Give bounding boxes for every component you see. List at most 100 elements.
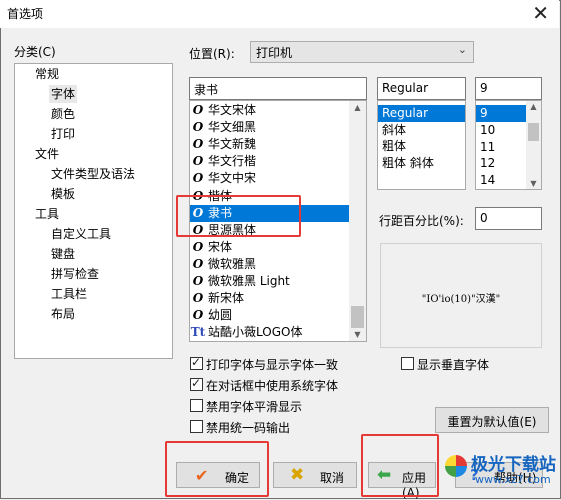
font-list-item[interactable]: O 华文宋体	[190, 102, 350, 119]
line-spacing-value: 0	[480, 211, 488, 225]
cancel-x-icon: ✖	[290, 465, 305, 485]
category-label: 分类(C)	[14, 45, 56, 59]
tree-item[interactable]: 工具	[33, 205, 61, 223]
font-list-label: 华文行楷	[208, 154, 257, 169]
opentype-font-icon: O	[192, 256, 204, 271]
tree-item[interactable]: 拼写检查	[49, 265, 101, 283]
tree-item[interactable]: 常规	[33, 65, 61, 83]
cancel-label: 取消	[320, 471, 345, 485]
tree-item[interactable]: 字体	[49, 85, 78, 103]
font-list-item[interactable]: O 微软雅黑 Light	[190, 273, 350, 290]
font-size-value: 9	[480, 81, 488, 95]
tree-item[interactable]: 自定义工具	[49, 225, 113, 243]
font-list-item[interactable]: O 幼圆	[190, 307, 350, 324]
system-font-label: 在对话框中使用系统字体	[206, 379, 339, 393]
font-list-item[interactable]: O 华文中宋	[190, 170, 350, 187]
system-font-checkbox[interactable]	[190, 376, 203, 391]
highlight-box-apply	[361, 434, 439, 497]
tree-item[interactable]: 颜色	[49, 105, 77, 123]
font-list-label: 微软雅黑	[208, 256, 257, 271]
opentype-font-icon: O	[192, 137, 204, 152]
font-list-item[interactable]: O 华文新魏	[190, 136, 350, 153]
line-spacing-input[interactable]: 0	[475, 207, 542, 230]
font-list-label: 新宋体	[208, 291, 245, 306]
font-size-item[interactable]: 14	[476, 172, 526, 189]
opentype-font-icon: O	[192, 239, 204, 254]
font-style-list[interactable]: Regular 斜体 粗体 粗体 斜体	[377, 100, 466, 190]
scroll-up-icon[interactable]: ▲	[526, 102, 541, 111]
font-list-label: 站酷小薇LOGO体	[208, 325, 303, 340]
font-size-item[interactable]: 12	[476, 155, 526, 172]
font-list-label: 华文细黑	[208, 120, 257, 135]
window-title: 首选项	[7, 7, 44, 21]
size-list-scrollbar[interactable]: ▲ ▼	[526, 101, 541, 189]
preview-text: "IO'io(10)"汉漢"	[421, 294, 501, 305]
opentype-font-icon: O	[192, 291, 204, 306]
close-icon[interactable]: ✕	[532, 1, 549, 25]
font-list-item[interactable]: O 微软雅黑	[190, 256, 350, 273]
location-label: 位置(R):	[189, 47, 235, 61]
tree-item[interactable]: 模板	[49, 185, 77, 203]
watermark-url: www.xz7.com	[475, 473, 551, 486]
font-list-item[interactable]: Tt 站酷小薇LOGO体	[190, 324, 350, 341]
font-list-item[interactable]: O 华文行楷	[190, 153, 350, 170]
scroll-down-icon[interactable]: ▼	[349, 330, 366, 339]
font-style-value: Regular	[382, 81, 429, 95]
opentype-font-icon: O	[192, 103, 204, 117]
title-bar: 首选项 ✕	[0, 0, 559, 28]
font-list-label: 微软雅黑 Light	[208, 274, 290, 288]
cancel-button[interactable]: ✖ 取消	[273, 462, 357, 488]
tree-item[interactable]: 布局	[49, 305, 77, 323]
font-size-input[interactable]: 9	[475, 77, 542, 100]
disable-unicode-checkbox[interactable]	[190, 420, 203, 433]
category-tree[interactable]: 常规字体颜色打印文件文件类型及语法 模板工具自定义工具键盘拼写检查工具栏布局	[14, 63, 173, 359]
opentype-font-icon: O	[192, 274, 204, 288]
chevron-down-icon: ⌄	[457, 43, 467, 56]
font-list-label: 幼圆	[208, 308, 233, 323]
tree-item[interactable]: 打印	[49, 125, 77, 143]
font-name-input[interactable]: 隶书	[189, 77, 367, 100]
location-value: 打印机	[256, 46, 293, 60]
opentype-font-icon: O	[192, 308, 204, 323]
font-list-label: 华文新魏	[208, 137, 257, 152]
show-vertical-label: 显示垂直字体	[417, 358, 490, 372]
show-vertical-checkbox[interactable]	[401, 357, 414, 370]
location-select[interactable]: 打印机 ⌄	[250, 41, 474, 63]
scroll-down-icon[interactable]: ▼	[526, 179, 541, 188]
reset-default-button[interactable]: 重置为默认值(E)	[435, 407, 549, 433]
highlight-box-font	[176, 195, 301, 237]
font-list-item[interactable]: O 新宋体	[190, 290, 350, 307]
tree-item[interactable]: 键盘	[49, 245, 77, 263]
opentype-font-icon: O	[192, 154, 204, 169]
tree-item[interactable]: 工具栏	[49, 285, 89, 303]
font-size-item[interactable]: 9	[476, 105, 526, 122]
disable-smooth-checkbox[interactable]	[190, 399, 203, 412]
tree-item[interactable]: 文件类型及语法	[49, 165, 137, 183]
font-size-list[interactable]: 9 10 11 12 14 ▲ ▼	[475, 100, 542, 190]
truetype-font-icon: Tt	[190, 325, 206, 340]
font-list-item[interactable]: O 华文细黑	[190, 119, 350, 136]
font-size-item[interactable]: 10	[476, 122, 526, 139]
font-style-item[interactable]: Regular	[378, 105, 465, 122]
tree-item[interactable]: 文件	[33, 145, 61, 163]
font-style-item[interactable]: 斜体	[378, 122, 465, 139]
font-style-item[interactable]: 粗体	[378, 138, 465, 155]
scroll-up-icon[interactable]: ▲	[349, 103, 366, 112]
scroll-thumb[interactable]	[351, 306, 364, 328]
scroll-thumb[interactable]	[528, 123, 539, 141]
watermark: 极光下载站 www.xz7.com	[445, 446, 557, 496]
font-list-label: 华文中宋	[208, 171, 257, 186]
opentype-font-icon: O	[192, 120, 204, 135]
font-list-item[interactable]: O 宋体	[190, 239, 350, 256]
watermark-logo-icon	[445, 455, 467, 477]
watermark-text: 极光下载站	[471, 455, 556, 475]
reset-default-label: 重置为默认值(E)	[447, 415, 537, 429]
font-style-input[interactable]: Regular	[377, 77, 466, 100]
print-match-checkbox[interactable]	[190, 355, 203, 370]
font-size-item[interactable]: 11	[476, 139, 526, 156]
highlight-box-ok	[165, 441, 269, 497]
opentype-font-icon: O	[192, 171, 204, 186]
font-list-label: 华文宋体	[208, 103, 257, 117]
font-list-scrollbar[interactable]: ▲ ▼	[349, 101, 366, 341]
font-style-item[interactable]: 粗体 斜体	[378, 155, 465, 172]
